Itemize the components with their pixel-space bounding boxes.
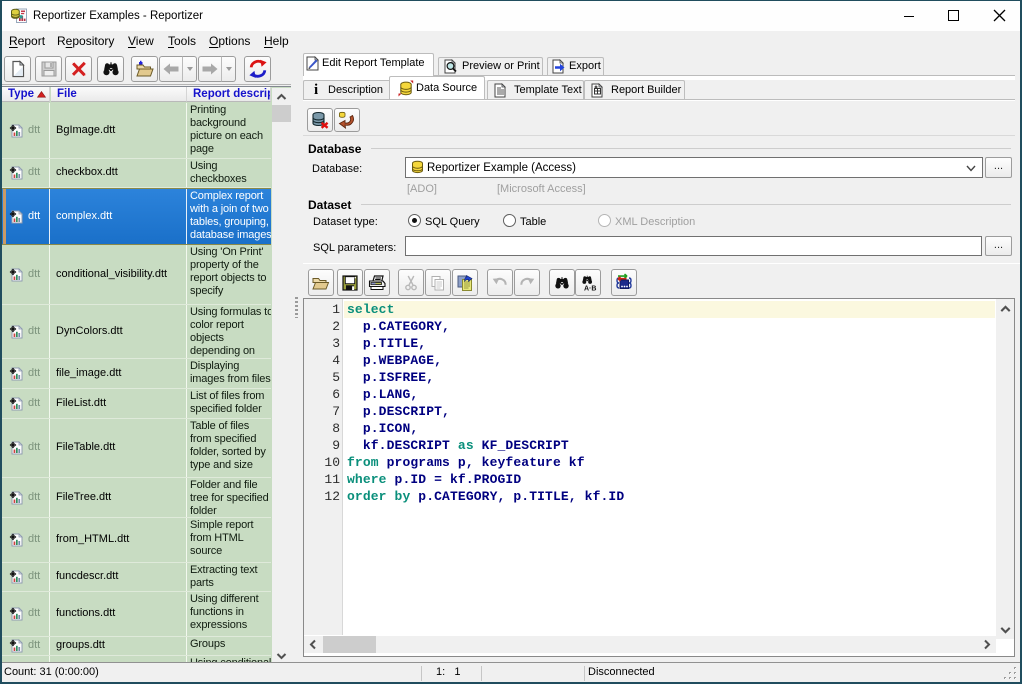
svg-text:A·B: A·B [584,285,596,291]
